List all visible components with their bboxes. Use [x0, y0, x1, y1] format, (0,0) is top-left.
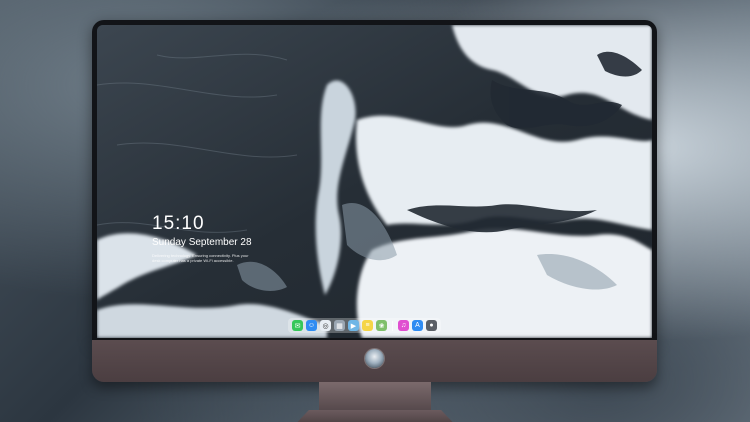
screen: 15:10 Sunday September 28 Delivering tec…: [97, 25, 652, 338]
safari-icon[interactable]: ◎: [320, 320, 331, 331]
monitor-stand-neck: [319, 382, 431, 412]
itunes-icon[interactable]: ♫: [398, 320, 409, 331]
monitor-chin: [92, 340, 657, 382]
notes-icon[interactable]: ≡: [362, 320, 373, 331]
finder-icon[interactable]: ☺: [306, 320, 317, 331]
photos-icon[interactable]: ❀: [376, 320, 387, 331]
messages-icon[interactable]: ✉: [292, 320, 303, 331]
lock-date: Sunday September 28: [152, 237, 252, 248]
lock-tagline: Delivering technology. Ensuring connecti…: [152, 253, 249, 263]
brand-logo-icon: [365, 349, 384, 368]
camera-icon[interactable]: ●: [426, 320, 437, 331]
dock: ✉ ☺ ◎ ▦ ▶ ≡ ❀ ♫ A ●: [288, 318, 441, 333]
lock-screen-info: 15:10 Sunday September 28 Delivering tec…: [152, 213, 256, 263]
app-store-icon[interactable]: A: [412, 320, 423, 331]
monitor-stand-base: [288, 410, 462, 422]
monitor-bezel: 15:10 Sunday September 28 Delivering tec…: [92, 20, 657, 342]
final-cut-icon[interactable]: ▶: [348, 320, 359, 331]
launchpad-icon[interactable]: ▦: [334, 320, 345, 331]
monitor: 15:10 Sunday September 28 Delivering tec…: [92, 20, 657, 422]
dock-separator: [392, 320, 393, 331]
ice-wallpaper: [97, 25, 652, 338]
lock-time: 15:10: [152, 213, 205, 234]
